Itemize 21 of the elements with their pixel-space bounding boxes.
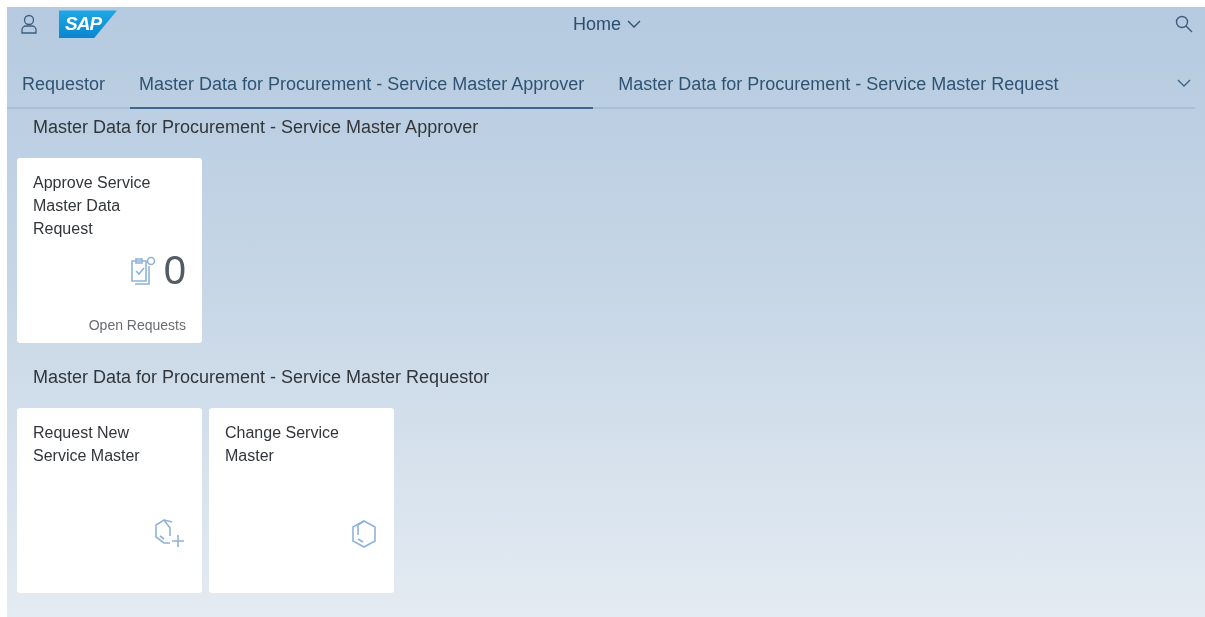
logo: SAP <box>59 10 117 39</box>
group-tab[interactable]: Requestor <box>13 74 115 109</box>
tile-footer: Open Requests <box>88 317 186 333</box>
cube-icon <box>350 519 378 549</box>
kpi-tile[interactable]: Approve Service Master Data Request 0 Open Requests <box>17 158 202 343</box>
group-tab[interactable]: Master Data for Procurement - Service Master Request <box>609 74 1068 109</box>
user-icon[interactable] <box>21 14 37 35</box>
home-menu-button[interactable]: Home <box>567 12 647 36</box>
app-tile[interactable]: Change Service Master <box>209 408 394 593</box>
tile-title: Approve Service Master Data Request <box>33 173 152 239</box>
chevron-down-icon <box>627 20 641 29</box>
cube-plus-icon <box>154 517 186 549</box>
search-icon[interactable] <box>1175 15 1193 34</box>
app-tile[interactable]: Request New Service Master <box>17 408 202 593</box>
tile-title: Change Service Master <box>225 423 340 466</box>
tile-title: Request New Service Master <box>33 423 141 466</box>
group-title: Master Data for Procurement - Service Master Requestor <box>33 367 491 388</box>
kpi-value: 0 <box>163 248 186 293</box>
group-tab[interactable]: Master Data for Procurement - Service Master Approver <box>130 74 594 109</box>
group-title: Master Data for Procurement - Service Master Approver <box>33 117 480 138</box>
chevron-down-icon[interactable] <box>1177 79 1191 87</box>
